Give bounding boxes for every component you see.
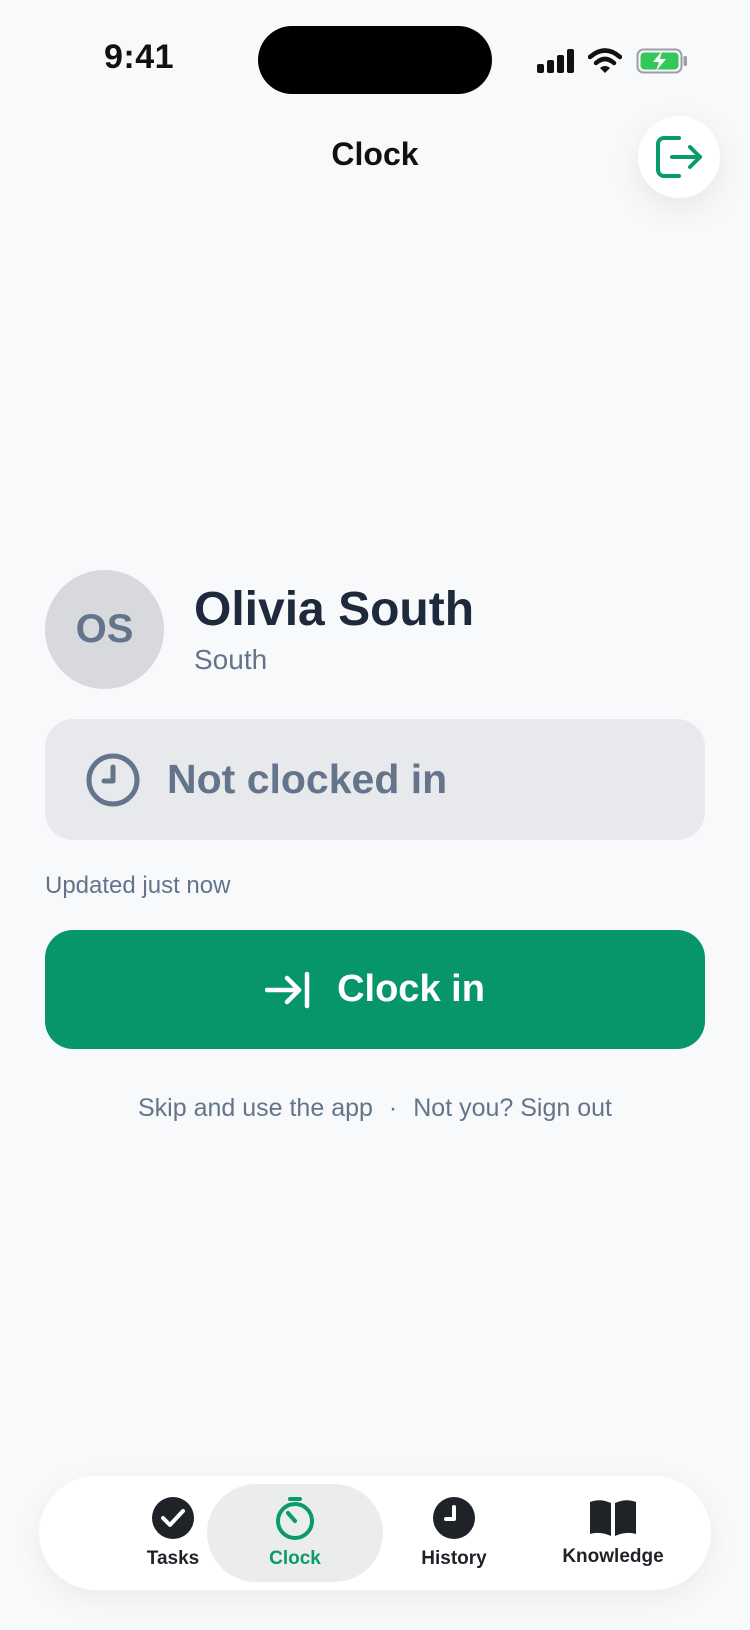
user-name: Olivia South: [194, 583, 475, 636]
logout-button[interactable]: [638, 116, 720, 198]
dynamic-island: [258, 26, 492, 94]
status-time: 9:41: [104, 38, 175, 76]
tab-knowledge[interactable]: Knowledge: [525, 1484, 701, 1582]
footer-links: Skip and use the app · Not you? Sign out: [0, 1094, 750, 1123]
clock-in-label: Clock in: [337, 968, 485, 1010]
sign-out-link[interactable]: Not you? Sign out: [413, 1094, 612, 1122]
tab-bar: Tasks Clock History Knowledge: [39, 1476, 711, 1590]
link-separator: ·: [388, 1094, 398, 1122]
clock-icon: [433, 1497, 475, 1539]
clock-status-card: Not clocked in: [45, 719, 705, 840]
avatar: OS: [45, 570, 164, 689]
logout-icon: [656, 136, 702, 178]
tab-history[interactable]: History: [366, 1484, 542, 1582]
tab-label: Knowledge: [562, 1546, 664, 1567]
tab-label: Clock: [269, 1548, 321, 1569]
battery-charging-icon: [636, 48, 687, 74]
tab-clock[interactable]: Clock: [207, 1484, 383, 1582]
clock-icon: [86, 753, 140, 806]
wifi-icon: [588, 48, 622, 73]
clock-status-text: Not clocked in: [167, 756, 448, 802]
tab-label: History: [421, 1548, 487, 1569]
arrow-to-line-icon: [265, 971, 310, 1008]
check-circle-icon: [152, 1497, 194, 1539]
skip-link[interactable]: Skip and use the app: [138, 1094, 373, 1122]
clock-in-button[interactable]: Clock in: [45, 930, 705, 1049]
status-icons: [536, 44, 688, 78]
cellular-signal-icon: [537, 49, 574, 73]
updated-timestamp: Updated just now: [45, 872, 231, 899]
tab-label: Tasks: [146, 1548, 200, 1569]
stopwatch-icon: [276, 1497, 314, 1540]
user-location: South: [194, 644, 268, 675]
book-icon: [590, 1500, 636, 1536]
